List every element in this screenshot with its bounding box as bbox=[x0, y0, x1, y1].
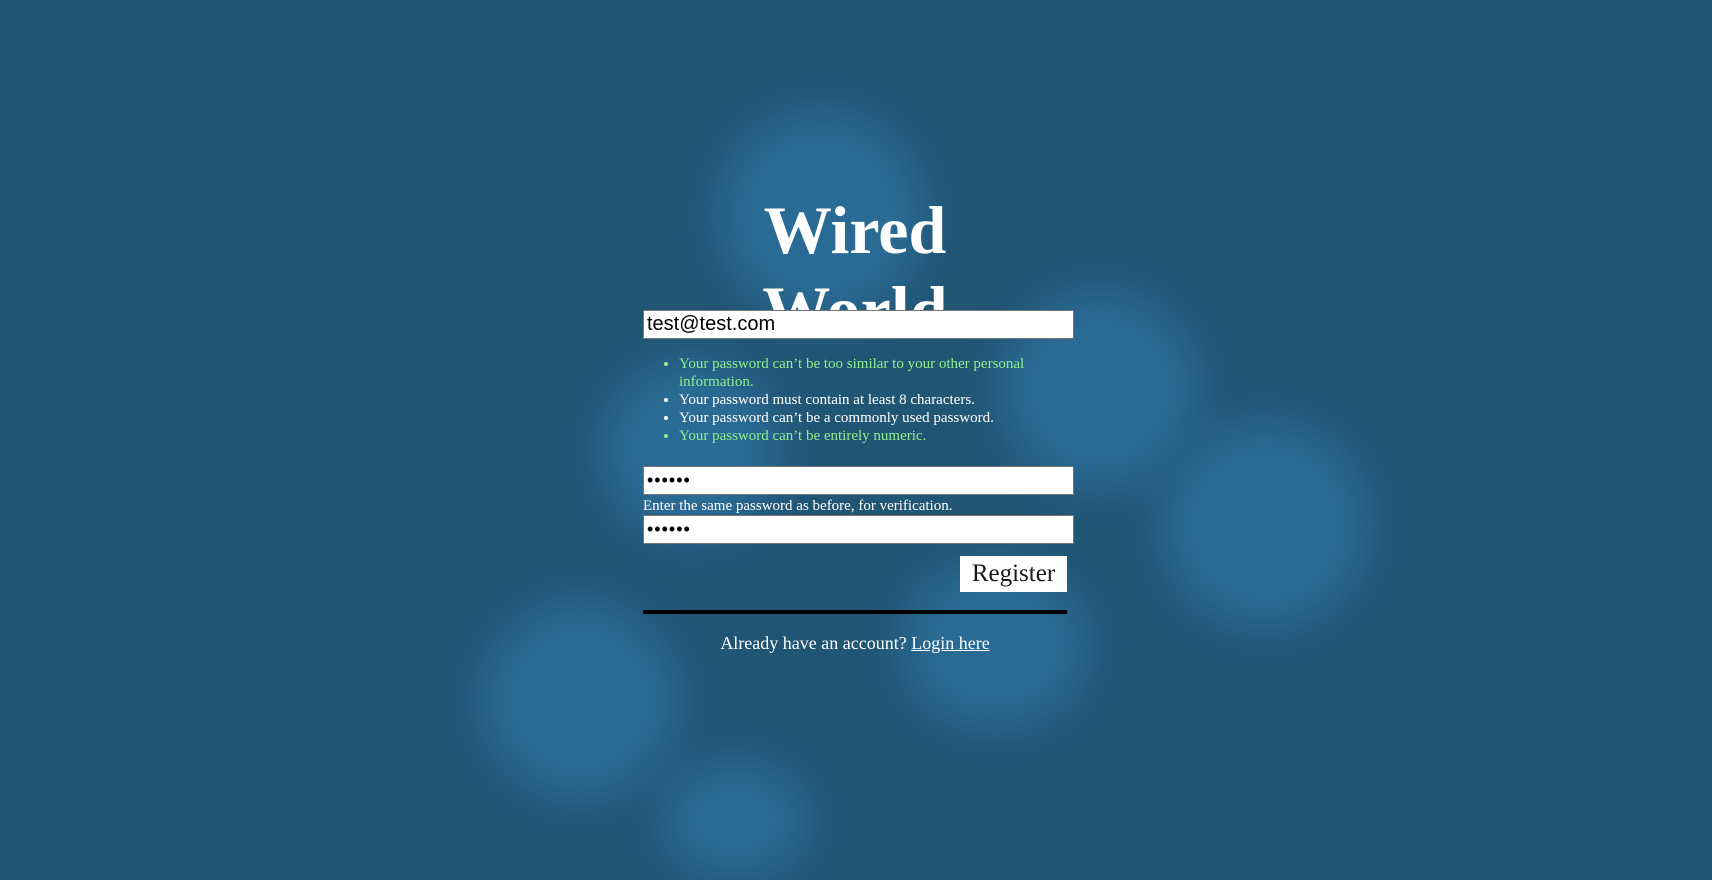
login-link[interactable]: Login here bbox=[911, 633, 989, 653]
email-field[interactable] bbox=[643, 310, 1074, 339]
password-confirm-field[interactable] bbox=[643, 515, 1074, 544]
register-button[interactable]: Register bbox=[960, 556, 1067, 592]
password-rule-similarity: Your password can’t be too similar to yo… bbox=[679, 355, 1074, 391]
login-prompt-text: Already have an account? bbox=[720, 633, 907, 653]
background-blob bbox=[480, 600, 680, 800]
password-rule-length: Your password must contain at least 8 ch… bbox=[679, 391, 1074, 409]
login-prompt: Already have an account? Login here bbox=[643, 632, 1067, 654]
password-confirm-help: Enter the same password as before, for v… bbox=[643, 498, 953, 514]
password-rule-numeric: Your password can’t be entirely numeric. bbox=[679, 427, 1074, 445]
background-blob bbox=[660, 760, 810, 880]
password-rules-list: Your password can’t be too similar to yo… bbox=[643, 355, 1074, 445]
password-field[interactable] bbox=[643, 466, 1074, 495]
password-rule-common: Your password can’t be a commonly used p… bbox=[679, 409, 1074, 427]
background-blob bbox=[1160, 420, 1370, 630]
divider bbox=[643, 610, 1067, 614]
